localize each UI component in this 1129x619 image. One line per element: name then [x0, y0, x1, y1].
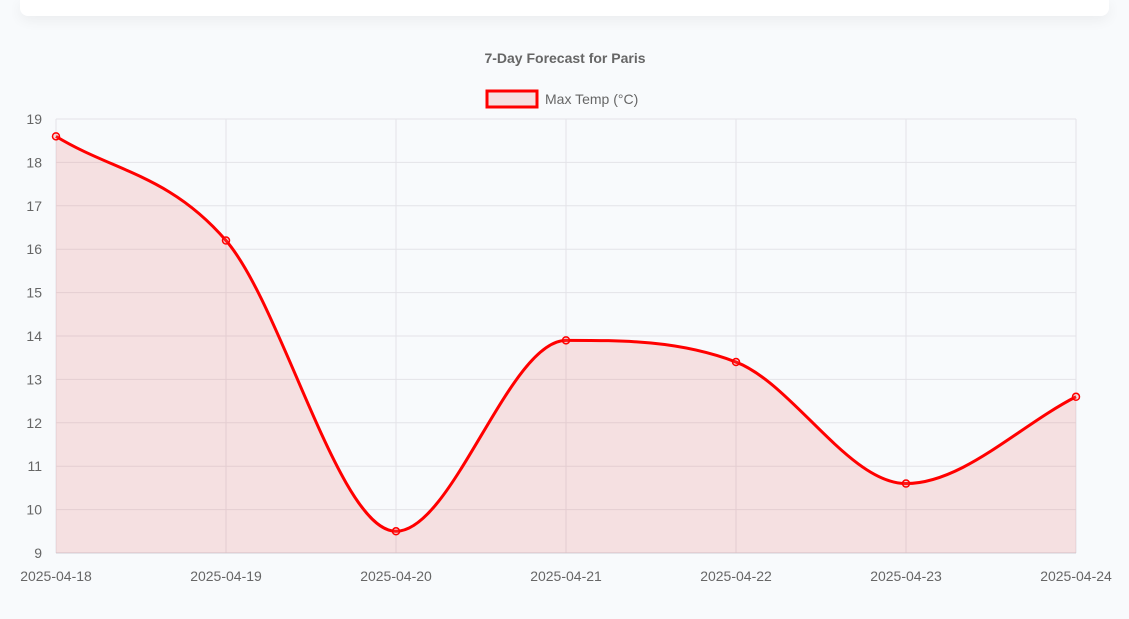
data-point[interactable] — [221, 236, 231, 245]
x-tick-label: 2025-04-24 — [1040, 568, 1112, 584]
data-point[interactable] — [901, 479, 911, 488]
x-tick-label: 2025-04-22 — [700, 568, 772, 584]
y-tick-label: 14 — [26, 328, 42, 344]
line-chart: 7-Day Forecast for Paris Max Temp (°C) 9… — [20, 50, 1112, 584]
y-tick-label: 16 — [26, 241, 42, 257]
chart-title: 7-Day Forecast for Paris — [484, 50, 645, 66]
data-point[interactable] — [1071, 392, 1081, 402]
y-tick-label: 10 — [26, 502, 42, 518]
x-tick-label: 2025-04-19 — [190, 568, 262, 584]
y-tick-label: 18 — [26, 154, 42, 170]
x-tick-label: 2025-04-23 — [870, 568, 942, 584]
x-axis-ticks: 2025-04-18 2025-04-19 2025-04-20 2025-04-21… — [20, 568, 1112, 584]
data-point[interactable] — [561, 336, 571, 345]
x-tick-label: 2025-04-18 — [20, 568, 92, 584]
y-tick-label: 19 — [26, 111, 42, 127]
y-axis-ticks: 9 10 11 12 13 14 15 16 17 18 19 — [26, 111, 42, 561]
legend-label: Max Temp (°C) — [545, 91, 638, 107]
data-point[interactable] — [731, 357, 741, 367]
y-tick-label: 15 — [26, 285, 42, 301]
y-tick-label: 9 — [34, 545, 42, 561]
legend[interactable]: Max Temp (°C) — [485, 89, 638, 109]
x-tick-label: 2025-04-21 — [530, 568, 602, 584]
data-point[interactable] — [391, 527, 401, 536]
y-tick-label: 11 — [27, 458, 42, 474]
y-tick-label: 12 — [26, 415, 42, 431]
chart-container: 7-Day Forecast for Paris Max Temp (°C) 9… — [0, 0, 1129, 614]
y-tick-label: 17 — [26, 198, 42, 214]
y-tick-label: 13 — [26, 371, 42, 387]
x-tick-label: 2025-04-20 — [360, 568, 432, 584]
data-point[interactable] — [51, 132, 61, 141]
legend-swatch — [485, 89, 539, 109]
